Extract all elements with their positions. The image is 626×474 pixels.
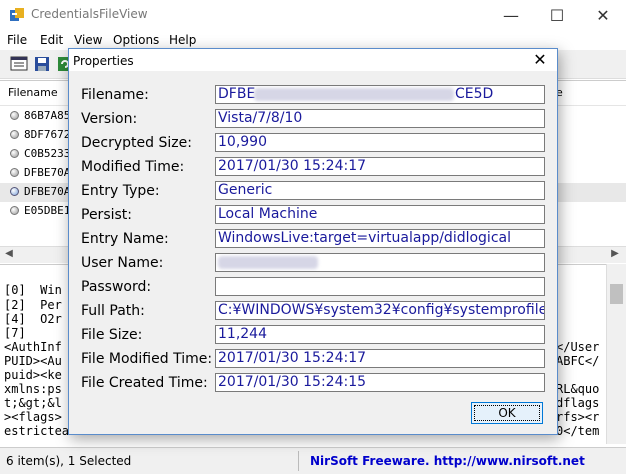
file-created-time-field[interactable]: 2017/01/30 15:24:15	[215, 373, 545, 392]
version-label: Version:	[81, 111, 138, 127]
details-fragment: rfs><r	[556, 410, 600, 424]
details-line: [0] Win	[4, 283, 62, 297]
entry-name-label: Entry Name:	[81, 231, 169, 247]
window-title: CredentialsFileView	[31, 7, 148, 21]
ok-button[interactable]: OK	[471, 402, 543, 424]
decrypted-size-label: Decrypted Size:	[81, 135, 192, 151]
version-field[interactable]: Vista/7/8/10	[215, 109, 545, 128]
status-dot-icon	[10, 168, 19, 177]
file-size-field[interactable]: 11,244	[215, 325, 545, 344]
password-field[interactable]	[215, 277, 545, 296]
scroll-right-icon[interactable]: ▶	[608, 248, 622, 262]
status-dot-icon	[10, 130, 19, 139]
details-line: puid><ke	[4, 368, 62, 382]
status-dot-icon	[10, 111, 19, 120]
status-bar: 6 item(s), 1 Selected NirSoft Freeware. …	[0, 447, 626, 474]
maximize-button[interactable]: ☐	[534, 0, 580, 30]
title-bar: CredentialsFileView — ☐ ✕	[0, 0, 626, 30]
status-divider	[298, 451, 299, 471]
persist-label: Persist:	[81, 207, 132, 223]
app-icon	[10, 8, 24, 21]
menu-bar: File Edit View Options Help	[0, 30, 626, 50]
decrypted-size-field[interactable]: 10,990	[215, 133, 545, 152]
full-path-label: Full Path:	[81, 303, 145, 319]
menu-view[interactable]: View	[74, 33, 102, 47]
properties-icon[interactable]	[10, 55, 28, 73]
details-line: t;&gt;&l	[4, 396, 62, 410]
nirsoft-link[interactable]: NirSoft Freeware. http://www.nirsoft.net	[310, 454, 585, 468]
redacted-region	[218, 256, 318, 269]
filename-label: Filename:	[81, 87, 149, 103]
file-size-label: File Size:	[81, 327, 143, 343]
modified-time-label: Modified Time:	[81, 159, 185, 175]
properties-dialog: Properties ✕ Filename: DFBE CE5D Version…	[68, 48, 558, 435]
details-line: ><flags>	[4, 410, 62, 424]
minimize-icon: —	[503, 5, 519, 25]
close-button[interactable]: ✕	[580, 0, 626, 30]
details-line: [2] Per	[4, 298, 62, 312]
column-filename[interactable]: Filename	[8, 86, 58, 99]
file-modified-time-field[interactable]: 2017/01/30 15:24:17	[215, 349, 545, 368]
menu-file[interactable]: File	[7, 33, 27, 47]
details-line: [4] O2r	[4, 312, 62, 326]
details-line: [7]	[4, 326, 26, 340]
file-created-time-label: File Created Time:	[81, 375, 208, 391]
vertical-scrollbar[interactable]	[606, 264, 626, 444]
modified-time-field[interactable]: 2017/01/30 15:24:17	[215, 157, 545, 176]
details-fragment: 0</tem	[556, 424, 600, 438]
maximize-icon: ☐	[549, 5, 565, 25]
scroll-left-icon[interactable]: ◀	[2, 248, 16, 262]
details-line: xmlns:ps	[4, 382, 62, 396]
status-dot-icon	[10, 187, 19, 196]
dialog-title: Properties	[73, 54, 134, 68]
menu-options[interactable]: Options	[113, 33, 159, 47]
details-fragment: dflags	[556, 396, 600, 410]
entry-type-label: Entry Type:	[81, 183, 160, 199]
password-label: Password:	[81, 279, 152, 295]
dialog-title-bar: Properties ✕	[69, 49, 557, 71]
user-name-field[interactable]	[215, 253, 545, 272]
details-fragment: </User	[556, 340, 600, 354]
persist-field[interactable]: Local Machine	[215, 205, 545, 224]
user-name-label: User Name:	[81, 255, 164, 271]
save-icon[interactable]	[33, 55, 51, 73]
redacted-region	[254, 88, 454, 101]
details-fragment: ABFC</	[556, 354, 600, 368]
menu-edit[interactable]: Edit	[40, 33, 63, 47]
details-fragment: RL&quo	[556, 382, 600, 396]
status-dot-icon	[10, 206, 19, 215]
file-modified-time-label: File Modified Time:	[81, 351, 213, 367]
entry-name-field[interactable]: WindowsLive:target=virtualapp/didlogical	[215, 229, 545, 248]
status-dot-icon	[10, 149, 19, 158]
dialog-close-icon[interactable]: ✕	[529, 49, 551, 71]
minimize-button[interactable]: —	[488, 0, 534, 30]
entry-type-field[interactable]: Generic	[215, 181, 545, 200]
filename-field[interactable]: DFBE CE5D	[215, 85, 545, 104]
details-line: <AuthInf	[4, 340, 62, 354]
details-line: PUID><Au	[4, 354, 62, 368]
close-icon: ✕	[596, 5, 610, 25]
menu-help[interactable]: Help	[169, 33, 196, 47]
status-item-count: 6 item(s), 1 Selected	[6, 454, 132, 468]
scroll-thumb[interactable]	[610, 284, 623, 304]
full-path-field[interactable]: C:¥WINDOWS¥system32¥config¥systemprofile…	[215, 301, 545, 320]
